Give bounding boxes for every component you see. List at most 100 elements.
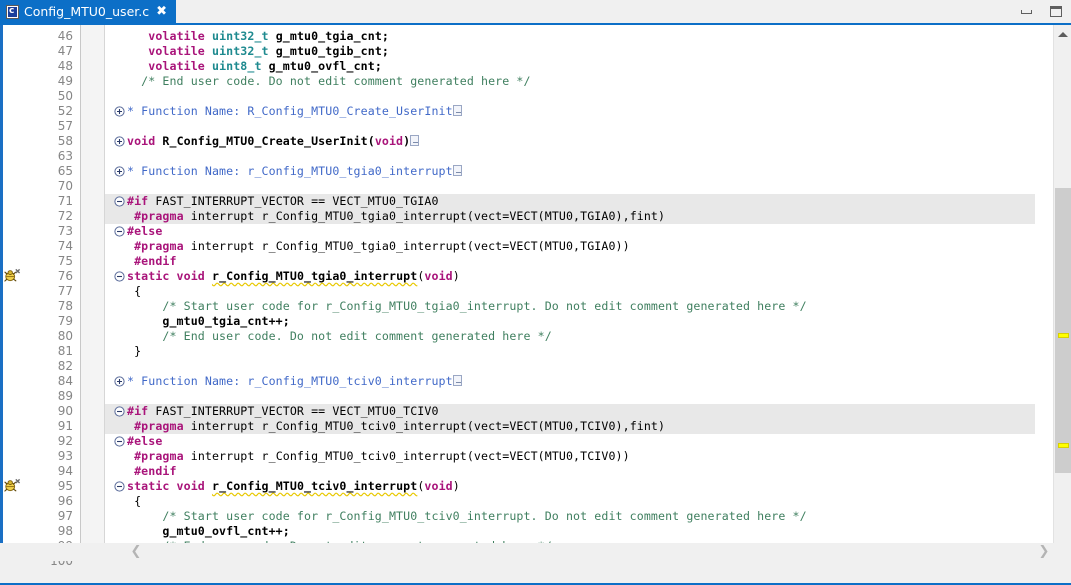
collapsed-code-indicator[interactable]	[452, 105, 462, 116]
code-token: )	[403, 134, 411, 148]
collapsed-code-indicator[interactable]	[452, 165, 462, 176]
scroll-right-arrow[interactable]: ❯	[1035, 543, 1053, 560]
line-number: 77	[57, 284, 73, 298]
fold-collapse-icon[interactable]	[114, 481, 125, 492]
fold-collapse-icon[interactable]	[114, 271, 125, 282]
code-token: #else	[127, 434, 163, 448]
code-line[interactable]	[105, 179, 1035, 194]
annotation-ruler[interactable]	[3, 25, 22, 561]
code-line[interactable]: #if FAST_INTERRUPT_VECTOR == VECT_MTU0_T…	[105, 194, 1035, 209]
code-token: #pragma	[134, 449, 184, 463]
bug-icon[interactable]	[4, 478, 21, 494]
code-line[interactable]: static void r_Config_MTU0_tgia0_interrup…	[105, 269, 1035, 284]
fold-collapse-icon[interactable]	[114, 436, 125, 447]
fold-expand-icon[interactable]	[114, 136, 125, 147]
tab-config-mtu0-user-c[interactable]: Config_MTU0_user.c ✖	[0, 0, 176, 23]
code-line[interactable]: #pragma interrupt r_Config_MTU0_tciv0_in…	[105, 449, 1035, 464]
code-line[interactable]: volatile uint32_t g_mtu0_tgib_cnt;	[105, 44, 1035, 59]
code-line[interactable]	[105, 89, 1035, 104]
line-number: 93	[57, 449, 73, 463]
code-line[interactable]	[105, 389, 1035, 404]
warning-marker-tgia0[interactable]	[1058, 333, 1069, 338]
minimize-icon	[1020, 9, 1032, 14]
bug-icon[interactable]	[4, 268, 21, 284]
code-line[interactable]: * Function Name: r_Config_MTU0_tciv0_int…	[105, 374, 1035, 389]
horizontal-scrollbar[interactable]: ❮ ❯	[105, 543, 1071, 561]
code-token: void	[374, 134, 404, 148]
fold-collapse-icon[interactable]	[114, 406, 125, 417]
code-line[interactable]: volatile uint32_t g_mtu0_tgia_cnt;	[105, 29, 1035, 44]
code-token: {	[127, 284, 142, 298]
code-token: volatile	[148, 29, 205, 43]
line-number: 95	[57, 479, 73, 493]
collapsed-code-indicator[interactable]	[452, 375, 462, 386]
line-number: 63	[57, 149, 73, 163]
code-line[interactable]: #pragma interrupt r_Config_MTU0_tgia0_in…	[105, 209, 1035, 224]
code-token: g_mtu0_ovfl_cnt++;	[127, 524, 290, 538]
scroll-up-arrow[interactable]	[1054, 25, 1071, 43]
code-line[interactable]: {	[105, 494, 1035, 509]
code-token: interrupt r_Config_MTU0_tgia0_interrupt(…	[183, 209, 666, 223]
fold-expand-icon[interactable]	[114, 376, 125, 387]
warning-marker-tciv0[interactable]	[1058, 443, 1069, 448]
fold-collapse-icon[interactable]	[114, 196, 125, 207]
code-token: interrupt r_Config_MTU0_tciv0_interrupt(…	[183, 419, 666, 433]
folding-margin[interactable]	[81, 25, 105, 561]
code-line[interactable]: #pragma interrupt r_Config_MTU0_tgia0_in…	[105, 239, 1035, 254]
code-line[interactable]: }	[105, 344, 1035, 359]
code-line[interactable]: * Function Name: R_Config_MTU0_Create_Us…	[105, 104, 1035, 119]
code-line[interactable]: g_mtu0_ovfl_cnt++;	[105, 524, 1035, 539]
line-number: 78	[57, 299, 73, 313]
code-line[interactable]: {	[105, 284, 1035, 299]
code-line[interactable]	[105, 119, 1035, 134]
code-line[interactable]: #endif	[105, 254, 1035, 269]
line-number: 52	[57, 104, 73, 118]
code-line[interactable]: /* Start user code for r_Config_MTU0_tgi…	[105, 299, 1035, 314]
line-number: 80	[57, 329, 73, 343]
scroll-left-arrow[interactable]: ❮	[127, 543, 145, 560]
code-token: r_Config_MTU0_tciv0_interrupt	[211, 479, 418, 493]
line-number: 79	[57, 314, 73, 328]
line-number: 92	[57, 434, 73, 448]
line-number: 98	[57, 524, 73, 538]
code-token: volatile	[148, 59, 205, 73]
code-token: /* End user code. Do not edit comment ge…	[127, 74, 531, 88]
fold-expand-icon[interactable]	[114, 106, 125, 117]
code-text-area[interactable]: volatile uint32_t g_mtu0_tgia_cnt; volat…	[105, 25, 1035, 561]
code-line[interactable]: static void r_Config_MTU0_tciv0_interrup…	[105, 479, 1035, 494]
vertical-scrollbar-thumb[interactable]	[1055, 188, 1071, 473]
collapsed-code-indicator[interactable]	[410, 135, 420, 146]
code-line[interactable]: #endif	[105, 464, 1035, 479]
code-line[interactable]: /* End user code. Do not edit comment ge…	[105, 74, 1035, 89]
code-line[interactable]: g_mtu0_tgia_cnt++;	[105, 314, 1035, 329]
code-line[interactable]: #else	[105, 224, 1035, 239]
code-line[interactable]: #pragma interrupt r_Config_MTU0_tciv0_in…	[105, 419, 1035, 434]
code-line[interactable]: #if FAST_INTERRUPT_VECTOR == VECT_MTU0_T…	[105, 404, 1035, 419]
code-token: /* End user code. Do not edit comment ge…	[127, 329, 552, 343]
fold-collapse-icon[interactable]	[114, 226, 125, 237]
close-icon[interactable]: ✖	[156, 5, 167, 18]
code-token: void	[424, 269, 453, 283]
code-line[interactable]: * Function Name: r_Config_MTU0_tgia0_int…	[105, 164, 1035, 179]
line-number: 47	[57, 44, 73, 58]
code-line[interactable]: volatile uint8_t g_mtu0_ovfl_cnt;	[105, 59, 1035, 74]
fold-expand-icon[interactable]	[114, 166, 125, 177]
code-token: g_mtu0_ovfl_cnt;	[261, 59, 382, 73]
vertical-scrollbar[interactable]	[1053, 25, 1071, 561]
code-line[interactable]: /* Start user code for r_Config_MTU0_tci…	[105, 509, 1035, 524]
tab-label: Config_MTU0_user.c	[24, 4, 150, 19]
code-line[interactable]: /* End user code. Do not edit comment ge…	[105, 329, 1035, 344]
code-line[interactable]: void R_Config_MTU0_Create_UserInit(void)	[105, 134, 1035, 149]
line-number-gutter: 46 47 48 49 50 52 57 58 63 65 70 71 72 73 74 75 76 77 78 79…	[22, 25, 80, 568]
code-token: #if	[127, 194, 149, 208]
line-number: 74	[57, 239, 73, 253]
minimize-button[interactable]	[1011, 0, 1041, 23]
code-line[interactable]	[105, 149, 1035, 164]
code-line[interactable]: #else	[105, 434, 1035, 449]
maximize-button[interactable]	[1041, 0, 1071, 23]
line-number: 48	[57, 59, 73, 73]
chevron-left-icon: ❮	[130, 544, 142, 559]
code-line[interactable]	[105, 359, 1035, 374]
